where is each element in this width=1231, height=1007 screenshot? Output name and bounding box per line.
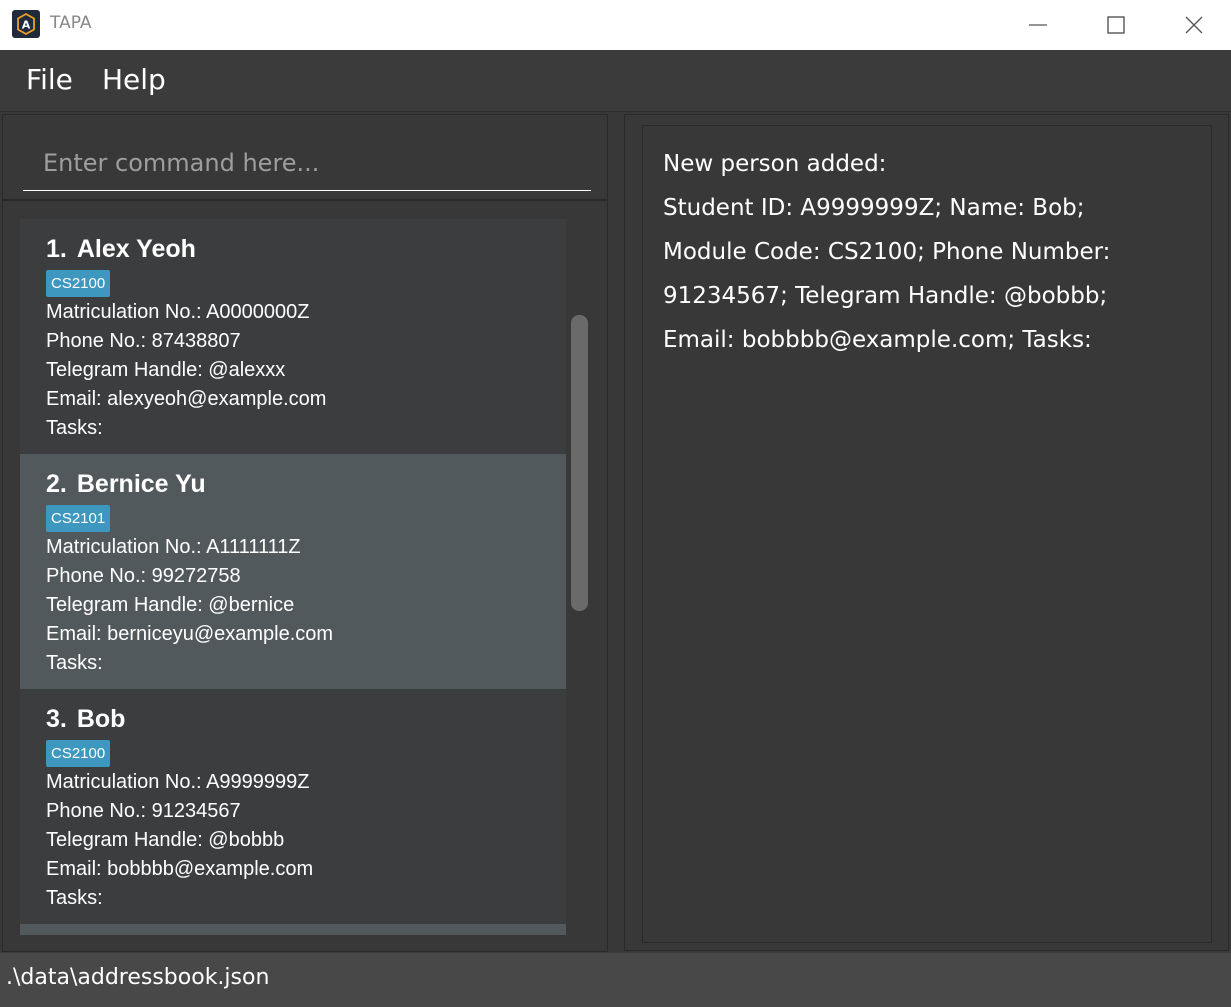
- minimize-button[interactable]: [999, 0, 1077, 50]
- person-name-heading: 2. Bernice Yu: [46, 468, 566, 500]
- person-phone: Phone No.: 99272758: [46, 565, 241, 587]
- person-email: Email: berniceyu@example.com: [46, 623, 334, 645]
- person-list-panel: 1. Alex Yeoh CS2100 Matriculation No.: A0…: [2, 200, 608, 952]
- result-display-frame: New person added: Student ID: A9999999Z;…: [624, 114, 1229, 951]
- person-card[interactable]: 3. Bob CS2100 Matriculation No.: A9999999…: [20, 689, 566, 924]
- person-telegram: Telegram Handle: @alexxx: [46, 359, 286, 381]
- person-index: 3.: [46, 705, 67, 733]
- menu-bar: File Help: [0, 50, 1231, 112]
- person-email: Email: bobbbb@example.com: [46, 858, 314, 880]
- module-tag: CS2101: [46, 505, 111, 532]
- person-name-heading: 1. Alex Yeoh: [46, 233, 566, 265]
- maximize-button[interactable]: [1077, 0, 1155, 50]
- person-matric: Matriculation No.: A1111111Z: [46, 536, 301, 558]
- person-name-heading: 3. Bob: [46, 703, 566, 735]
- menu-help[interactable]: Help: [102, 63, 166, 96]
- menu-file[interactable]: File: [26, 63, 73, 96]
- right-panel: New person added: Student ID: A9999999Z;…: [624, 112, 1231, 953]
- person-card-partial[interactable]: [20, 924, 566, 935]
- result-display[interactable]: New person added: Student ID: A9999999Z;…: [642, 125, 1212, 943]
- person-tasks: Tasks:: [46, 887, 103, 909]
- person-card-selected[interactable]: 2. Bernice Yu CS2101 Matriculation No.: A…: [20, 454, 566, 689]
- person-name: Bob: [76, 705, 126, 733]
- minimize-icon: [1029, 24, 1047, 26]
- result-line: Module Code: CS2100; Phone Number:: [663, 239, 1111, 265]
- person-phone: Phone No.: 87438807: [46, 330, 241, 352]
- person-name: Alex Yeoh: [76, 235, 196, 263]
- app-window: A TAPA File Help Enter command here... 1…: [0, 0, 1231, 1007]
- person-telegram: Telegram Handle: @bobbb: [46, 829, 285, 851]
- close-button[interactable]: [1155, 0, 1231, 50]
- result-line: New person added:: [663, 151, 887, 177]
- person-tasks: Tasks:: [46, 417, 103, 439]
- list-scrollbar-thumb[interactable]: [571, 315, 588, 611]
- command-box: [2, 114, 608, 200]
- person-matric: Matriculation No.: A9999999Z: [46, 771, 310, 793]
- result-line: Student ID: A9999999Z; Name: Bob;: [663, 195, 1085, 221]
- title-bar[interactable]: A TAPA: [0, 0, 1231, 50]
- result-line: 91234567; Telegram Handle: @bobbb;: [663, 283, 1108, 309]
- module-tag: CS2100: [46, 740, 111, 767]
- person-name: Bernice Yu: [76, 470, 206, 498]
- person-index: 2.: [46, 470, 67, 498]
- person-card[interactable]: 1. Alex Yeoh CS2100 Matriculation No.: A0…: [20, 219, 566, 454]
- left-panel: 1. Alex Yeoh CS2100 Matriculation No.: A0…: [0, 112, 610, 953]
- person-email: Email: alexyeoh@example.com: [46, 388, 327, 410]
- app-logo-icon: A: [12, 10, 40, 38]
- person-telegram: Telegram Handle: @bernice: [46, 594, 295, 616]
- person-phone: Phone No.: 91234567: [46, 800, 241, 822]
- person-list[interactable]: 1. Alex Yeoh CS2100 Matriculation No.: A0…: [20, 219, 566, 935]
- person-index: 1.: [46, 235, 67, 263]
- result-line: Email: bobbbb@example.com; Tasks:: [663, 327, 1092, 353]
- data-file-path: .\data\addressbook.json: [6, 965, 270, 990]
- person-matric: Matriculation No.: A0000000Z: [46, 301, 310, 323]
- svg-text:A: A: [22, 19, 31, 32]
- window-title: TAPA: [50, 13, 92, 33]
- command-input[interactable]: [23, 135, 591, 191]
- status-bar: .\data\addressbook.json: [0, 953, 1231, 1007]
- close-icon: [1185, 16, 1203, 34]
- person-tasks: Tasks:: [46, 652, 103, 674]
- maximize-icon: [1107, 16, 1125, 34]
- module-tag: CS2100: [46, 270, 111, 297]
